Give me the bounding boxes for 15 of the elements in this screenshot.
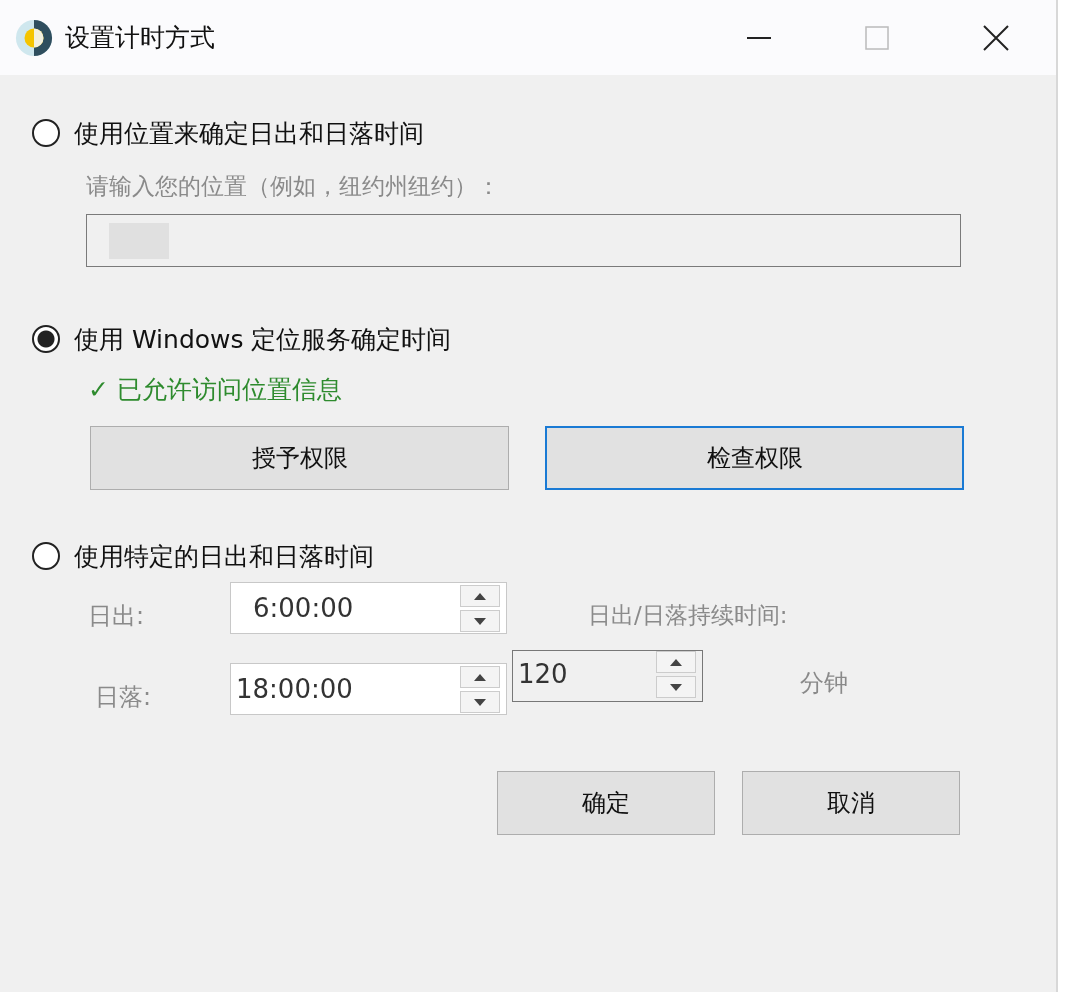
radio-button[interactable]	[32, 325, 60, 353]
permission-button[interactable]: 检查权限	[545, 426, 964, 490]
app-logo-icon	[15, 18, 53, 57]
close-icon[interactable]	[983, 24, 1009, 51]
option-label[interactable]: 使用 Windows 定位服务确定时间	[74, 322, 452, 356]
sunset-label: 日落:	[94, 682, 153, 713]
duration-label: 日出/日落持续时间:	[588, 601, 788, 630]
status-text: ✓ 已允许访问位置信息	[88, 374, 343, 406]
dialog-button[interactable]: 确定	[497, 771, 715, 835]
permission-button[interactable]: 授予权限	[90, 426, 509, 490]
location-hint: 请输入您的位置（例如，纽约州纽约）：	[86, 172, 501, 201]
window-title: 设置计时方式	[65, 22, 215, 54]
sunrise-label: 日出:	[88, 601, 146, 632]
unit-label: 分钟	[800, 668, 848, 699]
dialog-button[interactable]: 取消	[742, 771, 960, 835]
